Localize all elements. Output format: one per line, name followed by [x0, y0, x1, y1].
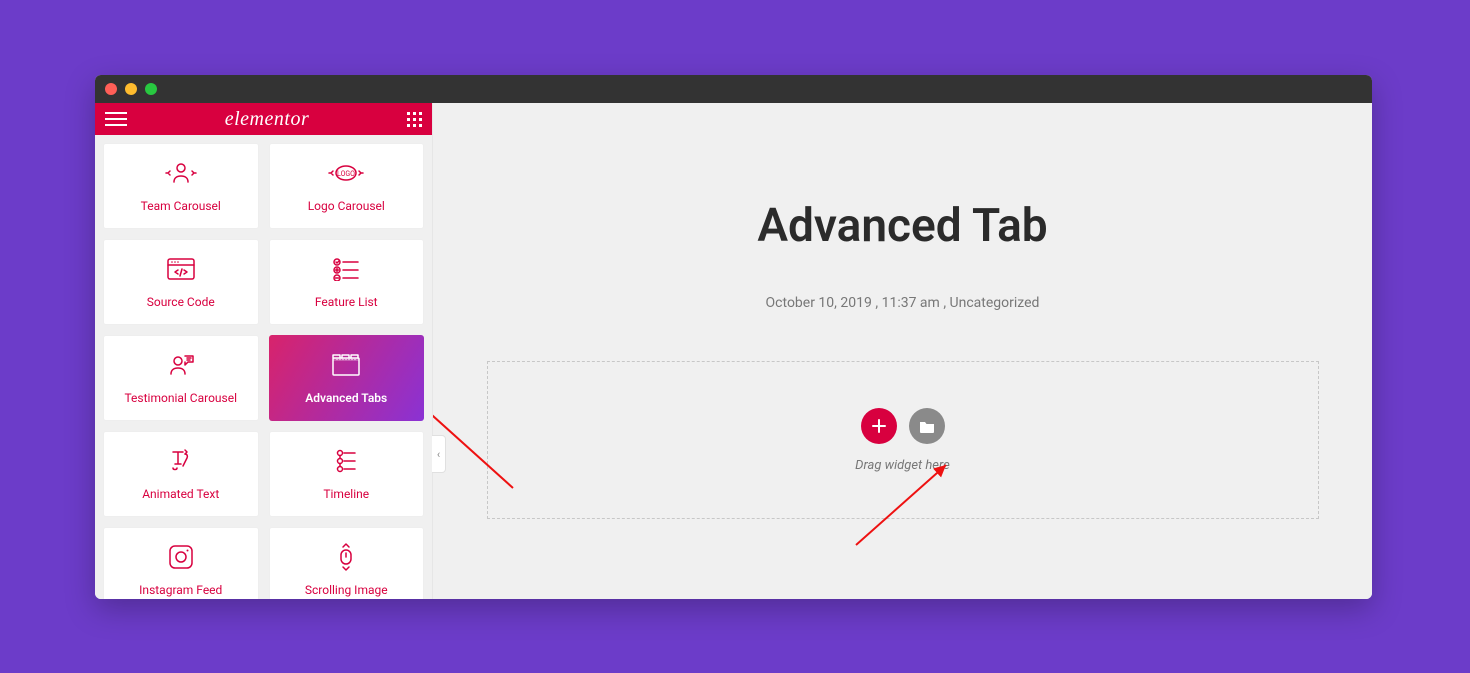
maximize-window-button[interactable] — [145, 83, 157, 95]
widget-logo-carousel[interactable]: LOGO Logo Carousel — [269, 143, 425, 229]
post-category: Uncategorized — [943, 295, 1039, 311]
widget-source-code[interactable]: Source Code — [103, 239, 259, 325]
content-row: elementor Team Carousel LOGO Logo Carousel… — [95, 103, 1372, 599]
post-date: October 10, 2019 — [766, 295, 872, 311]
widget-timeline[interactable]: Timeline — [269, 431, 425, 517]
widget-scrolling-image[interactable]: Scrolling Image — [269, 527, 425, 599]
widget-dropzone[interactable]: Drag widget here — [487, 361, 1319, 519]
testimonial-icon — [165, 351, 197, 379]
brand-label: elementor — [225, 108, 309, 131]
widget-testimonial-carousel[interactable]: Testimonial Carousel — [103, 335, 259, 421]
feature-icon — [332, 255, 360, 283]
tabs-icon — [330, 351, 362, 379]
panel-header: elementor — [95, 103, 432, 135]
code-icon — [166, 255, 196, 283]
widget-instagram-feed[interactable]: Instagram Feed — [103, 527, 259, 599]
add-template-button[interactable] — [909, 408, 945, 444]
add-section-button[interactable] — [861, 408, 897, 444]
page-title: Advanced Tab — [433, 199, 1372, 253]
app-window: elementor Team Carousel LOGO Logo Carousel… — [95, 75, 1372, 599]
widget-label: Instagram Feed — [139, 583, 222, 597]
post-time: 11:37 am — [875, 295, 939, 311]
widgets-grid-button[interactable] — [407, 112, 422, 127]
widget-label: Source Code — [147, 295, 215, 309]
widget-label: Feature List — [315, 295, 378, 309]
widget-label: Testimonial Carousel — [124, 391, 237, 405]
widget-team-carousel[interactable]: Team Carousel — [103, 143, 259, 229]
widget-label: Timeline — [323, 487, 369, 501]
close-window-button[interactable] — [105, 83, 117, 95]
dropzone-actions — [861, 408, 945, 444]
logo-icon: LOGO — [327, 159, 365, 187]
menu-toggle-button[interactable] — [105, 112, 127, 126]
editor-canvas: Advanced Tab October 10, 2019 11:37 am U… — [433, 103, 1372, 599]
widget-grid: Team Carousel LOGO Logo Carousel Source Cod… — [95, 135, 432, 599]
instagram-icon — [167, 543, 195, 571]
widget-label: Team Carousel — [141, 199, 221, 213]
animtext-icon — [167, 447, 195, 475]
widget-animated-text[interactable]: Animated Text — [103, 431, 259, 517]
scroll-icon — [335, 543, 357, 571]
minimize-window-button[interactable] — [125, 83, 137, 95]
svg-text:LOGO: LOGO — [337, 170, 355, 178]
widget-label: Animated Text — [142, 487, 219, 501]
widget-label: Logo Carousel — [308, 199, 385, 213]
widget-advanced-tabs[interactable]: Advanced Tabs — [269, 335, 425, 421]
panel-collapse-button[interactable]: ‹ — [432, 435, 446, 473]
window-titlebar — [95, 75, 1372, 103]
elementor-panel: elementor Team Carousel LOGO Logo Carousel… — [95, 103, 433, 599]
widget-label: Scrolling Image — [305, 583, 388, 597]
team-icon — [164, 159, 198, 187]
post-meta: October 10, 2019 11:37 am Uncategorized — [433, 295, 1372, 311]
dropzone-hint: Drag widget here — [855, 458, 950, 473]
widget-feature-list[interactable]: Feature List — [269, 239, 425, 325]
widget-label: Advanced Tabs — [305, 391, 387, 405]
timeline-icon — [333, 447, 359, 475]
